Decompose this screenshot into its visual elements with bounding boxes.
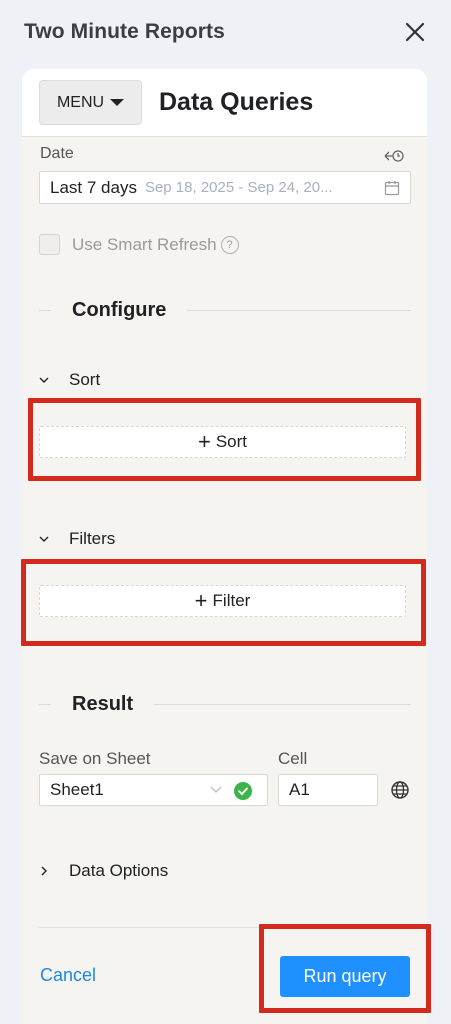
add-filter-label: Filter xyxy=(212,591,251,610)
cell-label: Cell xyxy=(278,749,308,768)
smart-refresh-label: Use Smart Refresh xyxy=(72,234,217,254)
sheet-select[interactable]: Sheet1 xyxy=(39,774,268,806)
date-range-field[interactable]: Last 7 days Sep 18, 2025 - Sep 24, 20... xyxy=(39,171,411,204)
date-value: Last 7 days xyxy=(50,177,137,197)
date-label: Date xyxy=(40,145,74,162)
filters-toggle[interactable]: Filters xyxy=(39,529,115,549)
result-section-header: Result xyxy=(39,689,411,719)
app-header: Two Minute Reports xyxy=(0,0,451,64)
smart-refresh-row: Use Smart Refresh ? xyxy=(39,234,239,255)
cancel-button[interactable]: Cancel xyxy=(40,965,96,986)
sheet-value: Sheet1 xyxy=(50,780,104,799)
globe-icon[interactable] xyxy=(390,780,410,800)
close-icon[interactable] xyxy=(403,20,427,44)
chevron-down-icon xyxy=(39,536,49,542)
cell-input[interactable] xyxy=(278,774,378,806)
caret-down-icon xyxy=(110,99,125,106)
data-options-label: Data Options xyxy=(69,861,169,880)
sort-toggle[interactable]: Sort xyxy=(39,370,100,390)
configure-title: Configure xyxy=(72,298,167,321)
configure-section-header: Configure xyxy=(39,295,411,325)
add-sort-label: Sort xyxy=(215,432,248,451)
data-options-toggle[interactable]: Data Options xyxy=(39,861,168,881)
divider xyxy=(39,309,51,311)
menu-label: MENU xyxy=(56,93,105,111)
date-range-text: Sep 18, 2025 - Sep 24, 20... xyxy=(144,179,333,196)
add-filter-button[interactable]: + Filter xyxy=(39,585,406,617)
divider xyxy=(154,703,411,705)
chevron-down-icon xyxy=(39,377,49,383)
plus-icon: + xyxy=(197,429,211,454)
help-icon[interactable]: ? xyxy=(220,235,239,254)
filters-label: Filters xyxy=(69,529,116,548)
plus-icon: + xyxy=(194,588,208,613)
app-title: Two Minute Reports xyxy=(24,20,225,43)
menu-button[interactable]: MENU xyxy=(39,80,142,125)
sort-label: Sort xyxy=(69,370,101,389)
query-panel: MENU Data Queries Date Last 7 days Sep 1… xyxy=(22,69,427,1024)
result-title: Result xyxy=(72,692,134,715)
divider xyxy=(187,309,411,311)
smart-refresh-checkbox[interactable] xyxy=(39,234,60,255)
divider xyxy=(39,703,51,705)
check-circle-icon xyxy=(234,782,252,800)
add-sort-button[interactable]: + Sort xyxy=(39,426,406,458)
run-query-button[interactable]: Run query xyxy=(280,956,410,997)
page-title: Data Queries xyxy=(159,88,314,116)
chevron-right-icon xyxy=(41,866,47,876)
save-on-sheet-label: Save on Sheet xyxy=(39,749,151,768)
footer-divider xyxy=(39,927,411,928)
history-icon[interactable] xyxy=(384,149,404,163)
calendar-icon xyxy=(384,180,400,196)
chevron-down-icon xyxy=(210,786,222,793)
panel-header: MENU Data Queries xyxy=(22,69,427,137)
